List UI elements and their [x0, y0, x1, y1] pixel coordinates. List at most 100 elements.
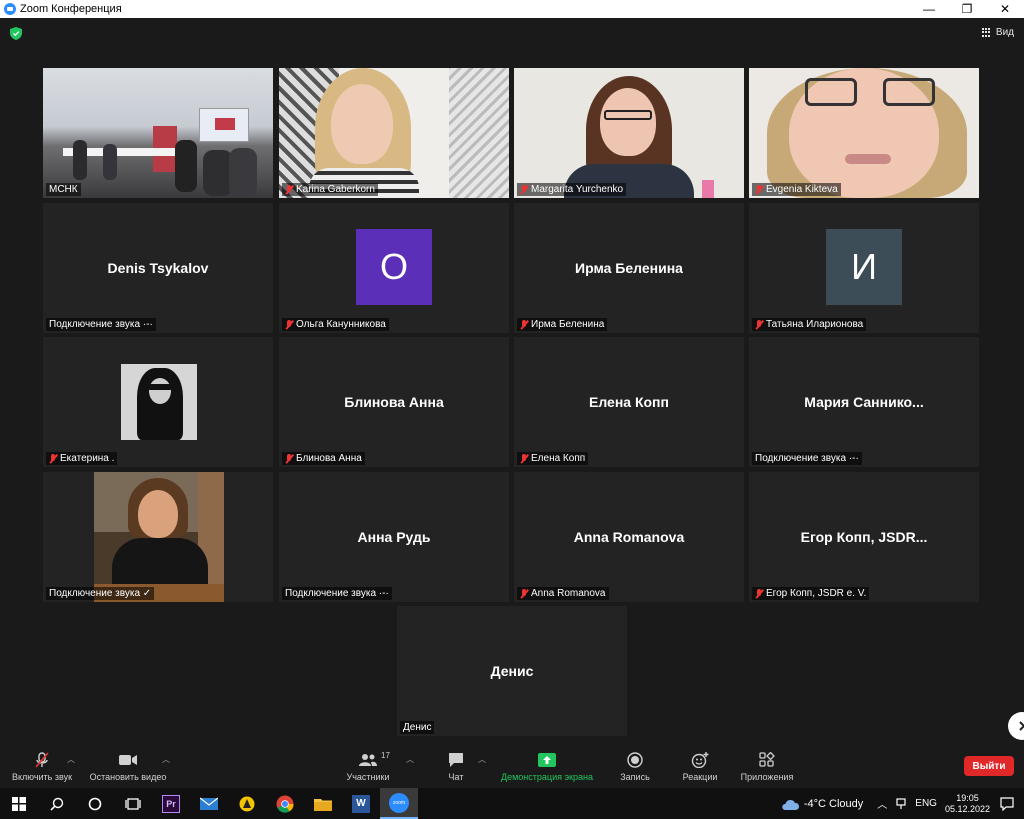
participants-icon — [358, 752, 378, 768]
participant-name: Ирма Беленина — [575, 260, 683, 276]
video-tile-conference-room[interactable]: МСНК — [43, 68, 273, 198]
participant-label: Подключение звука ·-· — [752, 452, 862, 465]
tile-olga[interactable]: О Ольга Канунникова — [279, 203, 509, 333]
avatar: О — [356, 229, 432, 305]
muted-mic-icon — [285, 453, 293, 464]
close-button[interactable]: ✕ — [986, 0, 1024, 18]
participant-label: Karina Gaberkorn — [282, 183, 378, 196]
tile-denis-tsykalov[interactable]: Denis Tsykalov Подключение звука ·-· — [43, 203, 273, 333]
tray-expand-chevron-icon[interactable]: ︿ — [877, 796, 887, 811]
windows-start-icon[interactable] — [0, 788, 38, 819]
participant-label: Evgenia Kikteva — [752, 183, 841, 196]
participants-caret-icon[interactable]: ︿ — [406, 754, 414, 765]
tile-elena-kopp[interactable]: Елена Копп Елена Копп — [514, 337, 744, 467]
video-tile-karina[interactable]: Karina Gaberkorn — [279, 68, 509, 198]
participant-label: Anna Romanova — [517, 587, 609, 600]
weather-text[interactable]: -4°C Cloudy — [804, 798, 863, 810]
tile-denis[interactable]: Денис Денис — [397, 606, 627, 736]
tile-maria[interactable]: Мария Саннико... Подключение звука ·-· — [749, 337, 979, 467]
premiere-pro-icon[interactable]: Pr — [152, 788, 190, 819]
word-icon[interactable]: W — [342, 788, 380, 819]
muted-mic-icon — [520, 184, 528, 195]
participant-label: Margarita Yurchenko — [517, 183, 627, 196]
share-screen-icon — [537, 752, 557, 768]
grid-view-icon — [981, 27, 992, 38]
participant-label: Ирма Беленина — [517, 318, 608, 331]
chrome-icon[interactable] — [266, 788, 304, 819]
mail-icon[interactable] — [190, 788, 228, 819]
stop-video-button[interactable]: Остановить видео — [84, 745, 172, 788]
cloud-weather-icon — [782, 799, 799, 810]
file-explorer-icon[interactable] — [304, 788, 342, 819]
next-page-chevron-icon[interactable] — [1008, 712, 1024, 740]
tile-anna-rud[interactable]: Анна Рудь Подключение звука ·-· — [279, 472, 509, 602]
participants-count: 17 — [381, 751, 390, 760]
tile-egor-kopp[interactable]: Егор Копп, JSDR... Егор Копп, JSDR e. V. — [749, 472, 979, 602]
participant-name: Анна Рудь — [357, 529, 431, 545]
participant-label: Егор Копп, JSDR e. V. — [752, 587, 870, 600]
chat-button[interactable]: Чат — [436, 745, 476, 788]
meeting-toolbar: Включить звук ︿ Остановить видео ︿ Участ… — [0, 745, 1024, 788]
cortana-icon[interactable] — [76, 788, 114, 819]
muted-mic-icon — [520, 319, 528, 330]
participant-label: Блинова Анна — [282, 452, 365, 465]
tile-irma[interactable]: Ирма Беленина Ирма Беленина — [514, 203, 744, 333]
participant-label: Ольга Канунникова — [282, 318, 389, 331]
security-shield-icon[interactable] — [10, 27, 22, 40]
view-button[interactable]: Вид — [981, 27, 1014, 38]
participant-name: Егор Копп, JSDR... — [800, 529, 928, 545]
window-title: Zoom Конференция — [20, 3, 122, 15]
muted-mic-icon — [755, 184, 763, 195]
video-tile-margarita[interactable]: Margarita Yurchenko — [514, 68, 744, 198]
muted-mic-icon — [520, 588, 528, 599]
zoom-taskbar-icon[interactable]: zoom — [380, 788, 418, 819]
meeting-header: Вид — [0, 18, 1024, 48]
network-icon[interactable] — [895, 797, 907, 810]
muted-mic-icon — [285, 184, 293, 195]
participant-name: Денис — [490, 663, 534, 679]
unmute-button[interactable]: Включить звук — [6, 745, 78, 788]
windows-taskbar: Pr W zoom -4°C Cloudy ︿ ENG 19:05 05.12.… — [0, 788, 1024, 819]
notifications-icon[interactable] — [1000, 796, 1014, 811]
participant-name: Мария Саннико... — [804, 394, 924, 410]
window-titlebar: Zoom Конференция — ❐ ✕ — [0, 0, 1024, 18]
tile-blinova[interactable]: Блинова Анна Блинова Анна — [279, 337, 509, 467]
record-button[interactable]: Запись — [612, 745, 658, 788]
maximize-button[interactable]: ❐ — [948, 0, 986, 18]
system-tray: -4°C Cloudy ︿ ENG 19:05 05.12.2022 — [780, 788, 1024, 819]
task-view-icon[interactable] — [114, 788, 152, 819]
participant-name: Елена Копп — [589, 394, 669, 410]
share-screen-button[interactable]: Демонстрация экрана — [496, 745, 598, 788]
muted-mic-icon — [285, 319, 293, 330]
leave-button[interactable]: Выйти — [964, 756, 1014, 776]
language-indicator[interactable]: ENG — [915, 798, 937, 809]
yandex-disk-icon[interactable] — [228, 788, 266, 819]
muted-mic-icon — [755, 319, 763, 330]
audio-options-caret-icon[interactable]: ︿ — [67, 754, 75, 765]
video-options-caret-icon[interactable]: ︿ — [162, 754, 170, 765]
apps-icon — [757, 752, 777, 768]
participant-label: МСНК — [46, 183, 81, 196]
minimize-button[interactable]: — — [910, 0, 948, 18]
record-icon — [625, 752, 645, 768]
window-controls: — ❐ ✕ — [910, 0, 1024, 18]
participant-label: Подключение звука ·-· — [46, 318, 156, 331]
muted-mic-icon — [755, 588, 763, 599]
tile-anna-romanova[interactable]: Anna Romanova Anna Romanova — [514, 472, 744, 602]
smiley-plus-icon — [690, 752, 710, 768]
search-icon[interactable] — [38, 788, 76, 819]
participant-label: Татьяна Иларионова — [752, 318, 867, 331]
tile-video-connecting[interactable]: Подключение звука ✓ — [43, 472, 273, 602]
chat-caret-icon[interactable]: ︿ — [478, 754, 486, 765]
reactions-button[interactable]: Реакции — [676, 745, 724, 788]
participant-name: Denis Tsykalov — [107, 260, 209, 276]
tile-ekaterina[interactable]: Екатерина . — [43, 337, 273, 467]
view-label: Вид — [995, 27, 1014, 38]
tile-tatiana[interactable]: И Татьяна Иларионова — [749, 203, 979, 333]
clock[interactable]: 19:05 05.12.2022 — [945, 793, 990, 815]
avatar-photo — [121, 364, 197, 440]
avatar: И — [826, 229, 902, 305]
apps-button[interactable]: Приложения — [734, 745, 800, 788]
video-tile-evgenia[interactable]: Evgenia Kikteva — [749, 68, 979, 198]
muted-mic-icon — [520, 453, 528, 464]
